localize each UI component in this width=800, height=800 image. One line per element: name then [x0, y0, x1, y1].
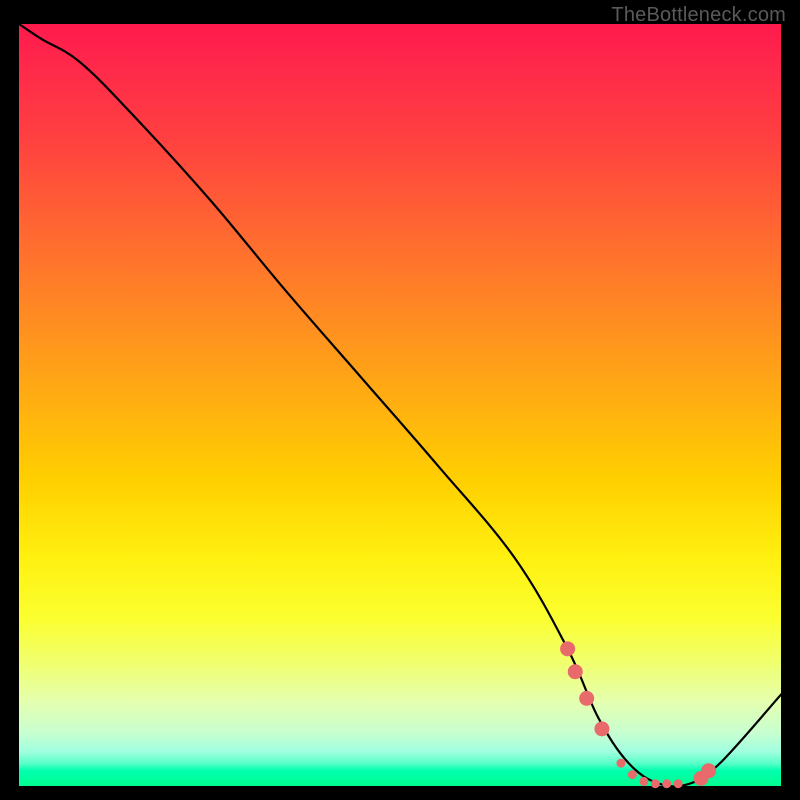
highlight-marker	[651, 779, 660, 788]
highlight-marker	[628, 770, 637, 779]
highlight-marker	[674, 779, 683, 788]
highlight-marker	[560, 641, 575, 656]
highlight-marker	[701, 763, 716, 778]
bottleneck-curve-line	[19, 24, 781, 786]
bottleneck-chart	[19, 24, 781, 786]
highlight-marker	[579, 691, 594, 706]
highlight-marker	[594, 721, 609, 736]
watermark-text: TheBottleneck.com	[611, 4, 786, 27]
highlight-marker	[616, 759, 625, 768]
highlight-marker	[662, 779, 671, 788]
highlight-marker	[639, 777, 648, 786]
highlight-marker	[568, 664, 583, 679]
highlight-markers	[560, 641, 716, 788]
chart-plot-area	[19, 24, 781, 786]
